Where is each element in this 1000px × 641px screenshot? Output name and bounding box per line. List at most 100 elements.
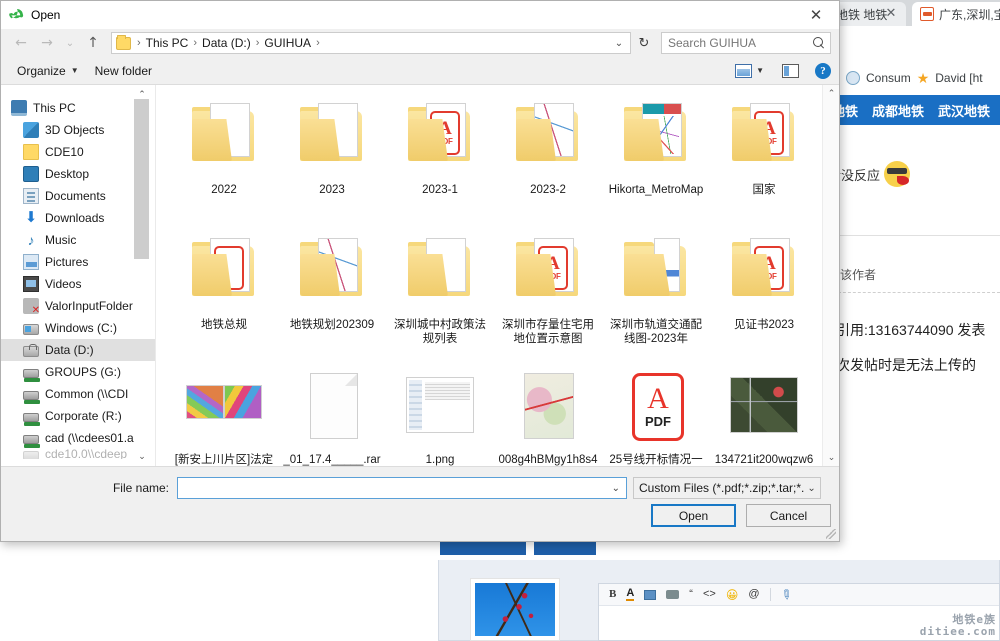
file-item[interactable]: 深圳市轨道交通配线图-2023年 xyxy=(602,230,710,365)
folder-pdf-thumbnail-icon: APDF xyxy=(394,99,486,179)
browser-tab-2[interactable]: 广东,深圳,宝 xyxy=(912,2,1000,26)
file-item[interactable]: APDF 25号线开标情况一览表.pdf xyxy=(602,365,710,466)
sidebar-item-groups-g[interactable]: GROUPS (G:) xyxy=(1,361,155,383)
new-folder-button[interactable]: New folder xyxy=(87,61,160,81)
bookmark-david[interactable]: David [ht xyxy=(935,71,982,85)
site-watermark: 地铁e族 ditiee.com xyxy=(920,613,996,639)
file-item[interactable]: 008g4hBMgy1h8s4wdl62hj30b40f xyxy=(494,365,602,466)
attachment-icon[interactable]: ✎ xyxy=(777,585,795,604)
videos-icon xyxy=(23,276,39,292)
file-name: 地铁规划202309 xyxy=(289,319,375,331)
file-item[interactable]: APDF 见证书2023 xyxy=(710,230,818,365)
file-item[interactable]: 地铁总规 xyxy=(170,230,278,365)
scroll-down-icon[interactable]: ⌄ xyxy=(823,449,839,466)
emoji-icon[interactable]: 😀 xyxy=(726,589,739,601)
scroll-up-icon[interactable]: ⌃ xyxy=(135,89,149,100)
sidebar-item-cad[interactable]: cad (\\cdees01.a xyxy=(1,427,155,449)
chevron-down-icon[interactable]: ⌄ xyxy=(804,483,818,494)
sidebar-label: Videos xyxy=(45,277,82,291)
sidebar-item-data-d[interactable]: Data (D:) xyxy=(1,339,155,361)
sidebar-item-documents[interactable]: Documents xyxy=(1,185,155,207)
breadcrumb-guihua[interactable]: GUIHUA xyxy=(262,36,313,50)
sidebar-item-partial[interactable]: cde10.0\\cdeep xyxy=(1,449,155,459)
sidebar-item-this-pc[interactable]: This PC xyxy=(1,97,155,119)
sidebar-scrollbar-thumb[interactable] xyxy=(134,99,149,259)
bold-icon[interactable]: B xyxy=(609,589,616,600)
organize-label: Organize xyxy=(17,63,66,78)
file-item[interactable]: APDF 2023-1 xyxy=(386,95,494,230)
file-item[interactable]: Hikorta_MetroMap xyxy=(602,95,710,230)
search-box[interactable]: Search GUIHUA xyxy=(661,32,831,54)
sidebar-item-downloads[interactable]: ⬇ Downloads xyxy=(1,207,155,229)
downloads-icon: ⬇ xyxy=(24,209,38,226)
image-thumbnail-icon xyxy=(718,369,810,449)
folder-thumbnail-icon xyxy=(394,234,486,314)
recent-locations-button[interactable]: ⌄ xyxy=(61,32,79,54)
sidebar-item-3d-objects[interactable]: 3D Objects xyxy=(1,119,155,141)
open-button[interactable]: Open xyxy=(651,504,736,527)
close-icon[interactable]: ✕ xyxy=(793,1,839,29)
forward-button[interactable]: → xyxy=(35,32,59,54)
address-bar[interactable]: › This PC › Data (D:) › GUIHUA › ⌄ xyxy=(111,32,631,54)
sidebar-item-valorinputfolder[interactable]: ValorInputFolder xyxy=(1,295,155,317)
attached-photo[interactable] xyxy=(470,578,560,641)
bookmark-consum[interactable]: Consum xyxy=(866,71,911,85)
browser-tab-close-icon[interactable]: ✕ xyxy=(884,6,898,20)
up-button[interactable]: ↑ xyxy=(81,32,105,54)
command-bar-right: ▼ ? xyxy=(735,62,831,79)
file-list-scrollbar[interactable]: ⌃ ⌄ xyxy=(822,85,839,466)
font-color-icon[interactable]: A xyxy=(626,588,635,601)
file-item[interactable]: 2023 xyxy=(278,95,386,230)
file-item[interactable]: 2023-2 xyxy=(494,95,602,230)
file-item[interactable]: _01_17.4_____.rar xyxy=(278,365,386,466)
file-item[interactable]: 深圳城中村政策法规列表 xyxy=(386,230,494,365)
file-item[interactable]: APDF 国家 xyxy=(710,95,818,230)
back-button[interactable]: ← xyxy=(9,32,33,54)
resize-grip[interactable] xyxy=(826,529,836,539)
cancel-button[interactable]: Cancel xyxy=(746,504,831,527)
nav-link-1[interactable]: 成都地铁 xyxy=(872,101,924,120)
organize-button[interactable]: Organize ▼ xyxy=(9,61,87,81)
mention-icon[interactable]: @ xyxy=(748,589,759,600)
sidebar-item-desktop[interactable]: Desktop xyxy=(1,163,155,185)
sidebar-item-windows-c[interactable]: Windows (C:) xyxy=(1,317,155,339)
file-item[interactable]: 1.png xyxy=(386,365,494,466)
sidebar-label-partial: cde10.0\\cdeep xyxy=(45,449,128,459)
nav-link-2[interactable]: 武汉地铁 xyxy=(938,101,990,120)
chevron-down-icon[interactable]: ▼ xyxy=(756,66,764,75)
file-item[interactable]: 地铁规划202309 xyxy=(278,230,386,365)
file-item[interactable]: 134721it200wqzw6ubjzoj.jpg xyxy=(710,365,818,466)
file-name: 深圳市存量住宅用地位置示意图 xyxy=(502,319,594,345)
filetype-dropdown[interactable]: Custom Files (*.pdf;*.zip;*.tar;*. ⌄ xyxy=(633,477,821,499)
scroll-up-icon[interactable]: ⌃ xyxy=(823,85,839,102)
pdf-file-icon: A PDF xyxy=(610,369,702,449)
folder-icon xyxy=(23,144,39,160)
chevron-down-icon[interactable]: ⌄ xyxy=(608,483,624,494)
file-item[interactable]: [新安上川片区]法定图则 xyxy=(170,365,278,466)
insert-media-icon[interactable] xyxy=(666,590,680,599)
quote-icon[interactable]: “ xyxy=(689,589,693,600)
chevron-down-icon[interactable]: ⌄ xyxy=(610,38,628,49)
sidebar-item-pictures[interactable]: Pictures xyxy=(1,251,155,273)
insert-image-icon[interactable] xyxy=(644,589,657,600)
dialog-title: Open xyxy=(31,8,61,22)
help-icon[interactable]: ? xyxy=(815,62,831,79)
code-icon[interactable]: <> xyxy=(703,589,716,600)
refresh-icon[interactable]: ↻ xyxy=(633,32,655,54)
quote-line-2: 次发帖时是无法上传的 xyxy=(836,357,976,373)
filename-input[interactable]: ⌄ xyxy=(177,477,627,499)
sidebar-item-videos[interactable]: Videos xyxy=(1,273,155,295)
3d-objects-icon xyxy=(23,122,39,138)
file-item[interactable]: APDF 深圳市存量住宅用地位置示意图 xyxy=(494,230,602,365)
breadcrumb-this-pc[interactable]: This PC xyxy=(144,36,191,50)
sidebar-item-music[interactable]: ♪ Music xyxy=(1,229,155,251)
sidebar-item-common[interactable]: Common (\\CDI xyxy=(1,383,155,405)
change-view-icon[interactable] xyxy=(735,63,753,78)
breadcrumb-data-d[interactable]: Data (D:) xyxy=(200,36,253,50)
dialog-footer: File name: ⌄ Custom Files (*.pdf;*.zip;*… xyxy=(1,466,839,541)
sidebar-item-cde10[interactable]: CDE10 xyxy=(1,141,155,163)
file-item[interactable]: 2022 xyxy=(170,95,278,230)
scroll-down-icon[interactable]: ⌄ xyxy=(135,451,149,462)
preview-pane-icon[interactable] xyxy=(782,63,799,78)
sidebar-item-corporate-r[interactable]: Corporate (R:) xyxy=(1,405,155,427)
